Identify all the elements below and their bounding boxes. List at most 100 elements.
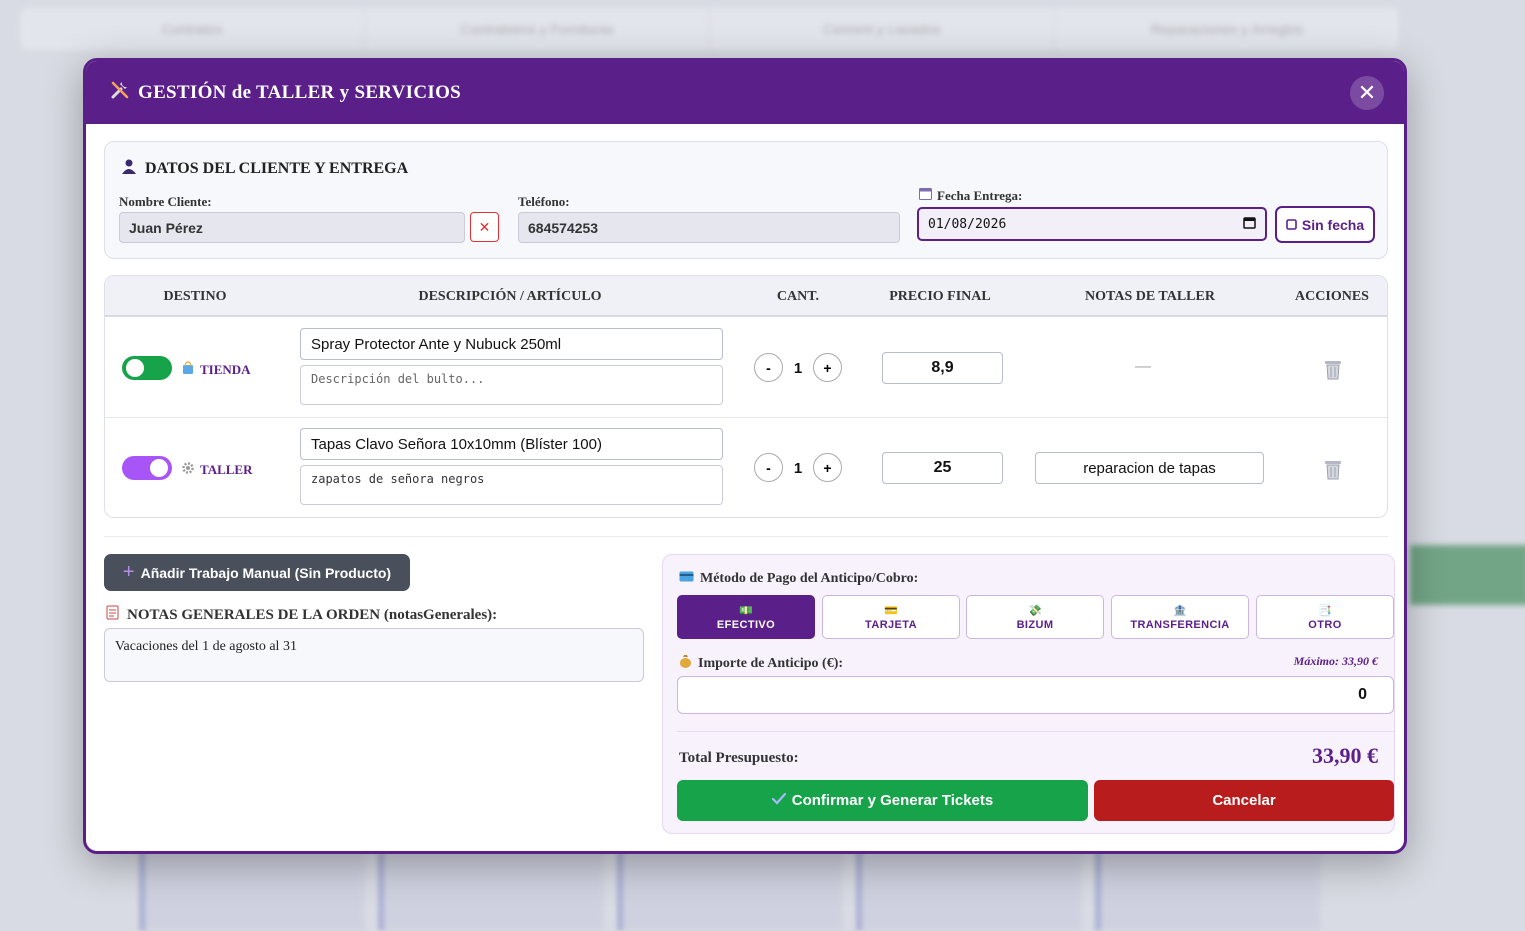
background-card	[857, 850, 1082, 931]
calendar-picker-icon[interactable]	[1243, 216, 1256, 233]
background-card	[618, 850, 843, 931]
pay-option-transferencia[interactable]: 🏦 TRANSFERENCIA	[1111, 595, 1249, 639]
confirm-button[interactable]: Confirmar y Generar Tickets	[677, 780, 1088, 821]
header-cant: CANT.	[776, 289, 820, 304]
quantity-value: 1	[793, 360, 803, 377]
shopping-bag-icon	[181, 361, 195, 379]
destination-toggle[interactable]	[122, 356, 172, 380]
price-input[interactable]: 25	[882, 452, 1003, 484]
pay-option-label: OTRO	[1308, 618, 1342, 631]
close-button[interactable]: ✕	[1350, 76, 1384, 110]
destination-label: TALLER	[181, 461, 253, 479]
money-bag-icon	[679, 654, 692, 673]
pay-option-label: EFECTIVO	[716, 618, 776, 631]
no-date-button[interactable]: Sin fecha	[1275, 206, 1375, 243]
phone-label: Teléfono:	[518, 194, 570, 209]
background-tab: Contrabiens y Fornituras	[365, 8, 710, 50]
background-card	[1096, 850, 1321, 931]
pay-option-label: BIZUM	[1016, 618, 1054, 631]
header-notas: NOTAS DE TALLER	[1085, 289, 1215, 304]
deposit-amount-label-text: Importe de Anticipo (€):	[698, 655, 844, 671]
gear-icon	[181, 461, 195, 479]
background-card	[379, 850, 604, 931]
client-name-input[interactable]: Juan Pérez	[119, 212, 465, 243]
table-row: TALLER Tapas Clavo Señora 10x10mm (Blíst…	[105, 418, 1387, 517]
modal-title: GESTIÓN de TALLER y SERVICIOS	[110, 80, 461, 106]
clear-name-button[interactable]: ✕	[470, 212, 499, 242]
deposit-max-label: Máximo: 33,90 €	[1293, 654, 1378, 668]
deposit-amount-input[interactable]: 0	[677, 676, 1394, 714]
cancel-button[interactable]: Cancelar	[1094, 780, 1394, 821]
check-icon	[771, 792, 786, 809]
add-manual-job-button[interactable]: + Añadir Trabajo Manual (Sin Producto)	[104, 554, 410, 591]
background-green-block	[1410, 545, 1525, 605]
close-icon: ✕	[478, 218, 491, 235]
toggle-knob	[126, 359, 144, 377]
background-card	[140, 850, 365, 931]
money-wings-icon: 💸	[1027, 604, 1043, 617]
quantity-value: 1	[793, 460, 803, 477]
delivery-date-input[interactable]: 01/08/2026	[917, 207, 1267, 241]
workshop-modal: GESTIÓN de TALLER y SERVICIOS ✕ DATOS DE…	[83, 58, 1407, 854]
name-label: Nombre Cliente:	[119, 194, 212, 209]
destination-text: TIENDA	[200, 362, 251, 377]
background-tab: Contratos	[20, 8, 365, 50]
client-section-title-text: DATOS DEL CLIENTE Y ENTREGA	[145, 159, 409, 177]
pay-option-bizum[interactable]: 💸 BIZUM	[966, 595, 1104, 639]
close-icon: ✕	[1357, 80, 1377, 105]
credit-card-icon: 💳	[883, 604, 899, 617]
destination-label: TIENDA	[181, 361, 251, 379]
background-tabs: Contratos Contrabiens y Fornituras Cenre…	[20, 8, 1400, 50]
toggle-knob	[150, 459, 168, 477]
pay-option-efectivo[interactable]: 💵 EFECTIVO	[677, 595, 815, 639]
destination-text: TALLER	[200, 462, 253, 477]
quantity-plus-button[interactable]: +	[813, 453, 842, 482]
phone-input[interactable]: 684574253	[518, 212, 900, 243]
pay-option-label: TRANSFERENCIA	[1130, 618, 1230, 631]
quantity-minus-button[interactable]: -	[754, 353, 783, 382]
item-subdescription-input[interactable]: zapatos de señora negros	[300, 465, 723, 505]
item-subdescription-input[interactable]: Descripción del bulto...	[300, 365, 723, 405]
header-destino: DESTINO	[163, 289, 227, 304]
plus-icon: +	[122, 561, 135, 583]
payment-method-title-text: Método de Pago del Anticipo/Cobro:	[700, 571, 919, 586]
pay-option-otro[interactable]: 📑 OTRO	[1256, 595, 1394, 639]
trash-icon[interactable]	[1323, 458, 1343, 480]
trash-icon[interactable]	[1323, 358, 1343, 380]
memo-icon	[106, 605, 120, 625]
pay-option-label: TARJETA	[865, 618, 917, 631]
price-input[interactable]: 8,9	[882, 352, 1003, 384]
tools-icon	[110, 80, 130, 106]
confirm-label: Confirmar y Generar Tickets	[791, 792, 994, 809]
date-label-text: Fecha Entrega:	[937, 187, 1023, 203]
items-table: DESTINO DESCRIPCIÓN / ARTÍCULO CANT. PRE…	[104, 275, 1388, 518]
quantity-minus-button[interactable]: -	[754, 453, 783, 482]
checkbox-icon	[1286, 217, 1297, 233]
header-precio: PRECIO FINAL	[889, 289, 991, 304]
section-divider	[104, 536, 1388, 537]
payment-divider	[677, 731, 1394, 732]
general-notes-title: NOTAS GENERALES DE LA ORDEN (notasGenera…	[106, 605, 497, 625]
item-description-input[interactable]: Spray Protector Ante y Nubuck 250ml	[300, 328, 723, 360]
total-value: 33,90 €	[1312, 743, 1378, 768]
header-descripcion: DESCRIPCIÓN / ARTÍCULO	[418, 289, 602, 304]
background-tab: Reparaciones y Arreglos	[1055, 8, 1400, 50]
workshop-notes-input[interactable]: reparacion de tapas	[1035, 452, 1264, 484]
user-icon	[121, 158, 137, 179]
background-tab: Cenrent y Lavados	[710, 8, 1055, 50]
destination-toggle[interactable]	[122, 456, 172, 480]
header-acciones: ACCIONES	[1295, 289, 1369, 304]
background-right-panel	[1410, 50, 1525, 890]
delivery-date-value: 01/08/2026	[928, 216, 1007, 232]
pay-option-tarjeta[interactable]: 💳 TARJETA	[822, 595, 960, 639]
payment-panel: Método de Pago del Anticipo/Cobro: 💵 EFE…	[662, 554, 1395, 834]
background-product-cards	[140, 850, 1410, 931]
bank-icon: 🏦	[1172, 604, 1188, 617]
quantity-plus-button[interactable]: +	[813, 353, 842, 382]
general-notes-textarea[interactable]: Vacaciones del 1 de agosto al 31	[104, 628, 644, 682]
table-row: TIENDA Spray Protector Ante y Nubuck 250…	[105, 318, 1387, 418]
client-section: DATOS DEL CLIENTE Y ENTREGA Nombre Clien…	[104, 141, 1388, 259]
add-manual-job-label: Añadir Trabajo Manual (Sin Producto)	[140, 564, 392, 581]
item-description-input[interactable]: Tapas Clavo Señora 10x10mm (Blíster 100)	[300, 428, 723, 460]
document-icon: 📑	[1317, 604, 1333, 617]
